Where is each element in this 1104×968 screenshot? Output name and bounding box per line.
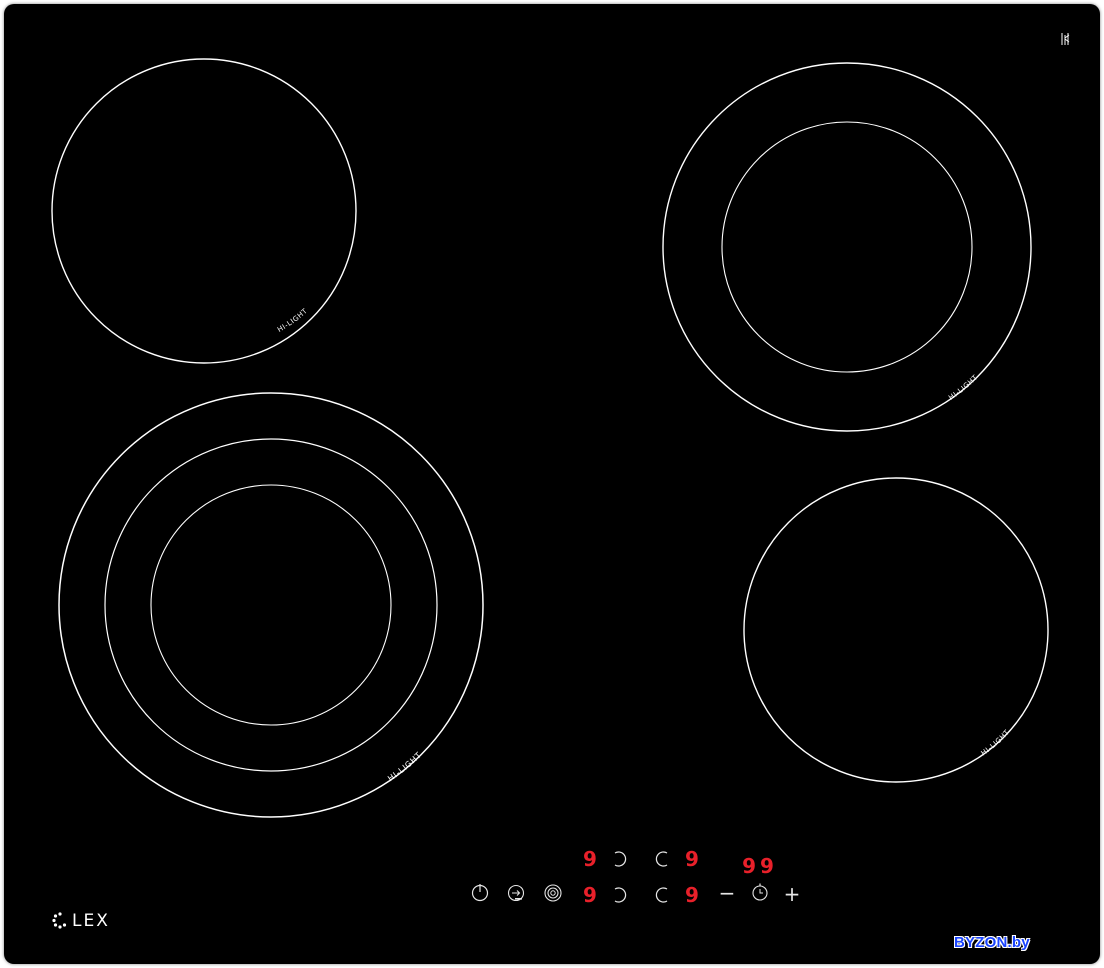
select-zone-button-front-left[interactable] — [614, 887, 627, 903]
timer-icon — [752, 883, 768, 901]
level-display-front-left: 9 — [583, 883, 597, 907]
cooktop-panel: HI-LIGHT HI-LIGHT HI-LIGHT HI-LIGHT 9 9 … — [4, 4, 1100, 964]
level-display-front-right: 9 — [685, 883, 699, 907]
cooking-zone-rear-right: HI-LIGHT — [662, 62, 1032, 432]
power-button[interactable] — [471, 884, 489, 902]
control-panel: 9 9 9 9 99 − + — [471, 847, 801, 907]
zone-label: HI-LIGHT — [980, 728, 1012, 757]
select-zone-button-front-right[interactable] — [655, 887, 668, 903]
zone-select-icon — [655, 851, 668, 867]
zone-label: HI-LIGHT — [947, 373, 979, 402]
select-zone-button-rear-left[interactable] — [614, 851, 627, 867]
select-zone-button-rear-right[interactable] — [655, 851, 668, 867]
timer-button[interactable] — [752, 883, 768, 901]
timer-display: 99 — [742, 854, 778, 878]
brand-logo: LEX — [52, 911, 110, 931]
zone-label: HI-LIGHT — [276, 307, 309, 334]
cooking-zone-front-left: HI-LIGHT — [58, 392, 484, 818]
watermark: BYZON.by — [954, 934, 1030, 951]
zone-ring-inner — [721, 121, 973, 373]
zone-ring-middle — [104, 438, 438, 772]
cooktop-surface: HI-LIGHT HI-LIGHT HI-LIGHT HI-LIGHT 9 9 … — [51, 33, 1070, 931]
brand-name: LEX — [72, 911, 110, 931]
cooking-zone-front-right: HI-LIGHT — [743, 477, 1049, 783]
minus-button[interactable]: − — [719, 881, 736, 905]
zone-ring — [51, 58, 357, 364]
plus-button[interactable]: + — [784, 882, 801, 906]
level-display-rear-left: 9 — [583, 847, 597, 871]
lock-icon — [507, 884, 525, 902]
zone-label: HI-LIGHT — [386, 750, 423, 783]
lock-button[interactable] — [507, 884, 525, 902]
zone-select-icon — [614, 851, 627, 867]
cooking-zone-rear-left: HI-LIGHT — [51, 58, 357, 364]
zone-select-icon — [614, 887, 627, 903]
level-display-rear-right: 9 — [685, 847, 699, 871]
zone-ring-inner — [150, 484, 392, 726]
hot-surface-icon — [1061, 33, 1070, 45]
extension-zone-button[interactable] — [544, 884, 562, 902]
zone-select-icon — [655, 887, 668, 903]
extension-zone-icon — [544, 884, 562, 902]
lex-logo-icon — [52, 912, 67, 929]
